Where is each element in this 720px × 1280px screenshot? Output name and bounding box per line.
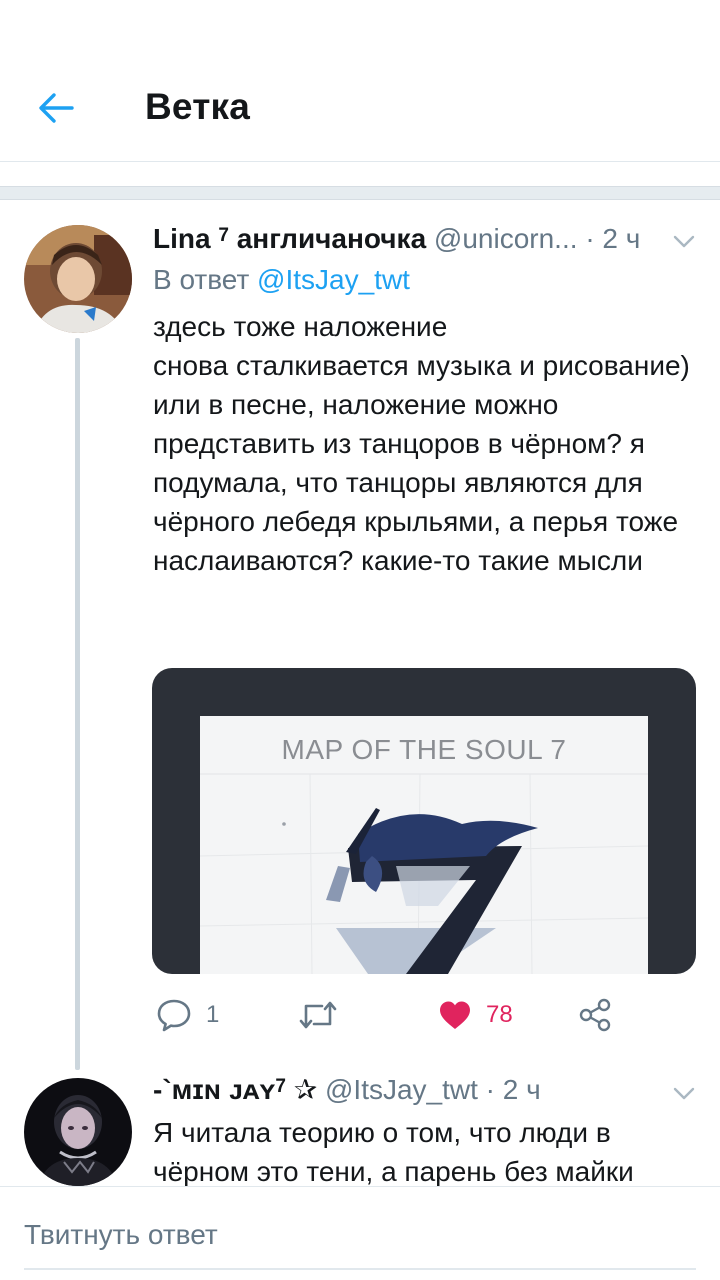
comment-icon: [157, 999, 191, 1032]
author-name[interactable]: -`ᴍɪɴ ᴊᴀʏ: [153, 1074, 275, 1105]
top-bar: Ветка: [0, 0, 720, 162]
author-name-superscript: 7: [275, 1076, 286, 1097]
reply-context: В ответ @ItsJay_twt: [153, 264, 410, 296]
retweet-button[interactable]: [298, 994, 352, 1036]
tweet-menu-button[interactable]: [666, 224, 702, 260]
author-name-suffix[interactable]: англичаночка: [237, 223, 426, 254]
reply-mention-link[interactable]: @ItsJay_twt: [257, 264, 410, 295]
reply-button[interactable]: 1: [156, 994, 219, 1036]
separator-band: [0, 186, 720, 200]
tweet-actions: 1 78: [152, 994, 712, 1036]
chevron-down-icon: [673, 235, 695, 248]
page-title: Ветка: [145, 86, 251, 127]
tweet-media-image[interactable]: MAP OF THE SOUL 7: [152, 668, 696, 974]
avatar-image: [24, 1078, 132, 1186]
author-name-superscript: 7: [218, 225, 229, 246]
avatar[interactable]: [24, 1078, 132, 1186]
arrow-left-icon: [39, 93, 74, 123]
thread-connector-line: [75, 338, 80, 1070]
avatar-image: [24, 225, 132, 333]
tweet-header: Lina 7 англичаночка @unicorn... · 2 ч: [153, 223, 640, 255]
chevron-down-icon: [673, 1087, 695, 1100]
share-icon: [579, 998, 611, 1032]
album-title: MAP OF THE SOUL 7: [281, 734, 567, 765]
input-underline: [24, 1268, 696, 1270]
timestamp[interactable]: 2 ч: [503, 1074, 541, 1105]
separator-dot: ·: [485, 1074, 495, 1105]
reply-prefix: В ответ: [153, 264, 250, 295]
album-cover: MAP OF THE SOUL 7: [200, 716, 648, 974]
reply-compose-bar[interactable]: Твитнуть ответ: [0, 1186, 720, 1280]
reply-input-placeholder[interactable]: Твитнуть ответ: [24, 1219, 218, 1251]
author-handle[interactable]: @unicorn...: [434, 223, 578, 254]
tweet-text: здесь тоже наложение снова сталкивается …: [153, 311, 690, 576]
tweet-text: Я читала теорию о том, что люди в чёрном…: [153, 1117, 634, 1187]
avatar[interactable]: [24, 225, 132, 333]
back-button[interactable]: [30, 82, 82, 134]
tweet-menu-button[interactable]: [666, 1076, 702, 1112]
like-count: 78: [486, 1001, 513, 1028]
share-button[interactable]: [578, 994, 612, 1036]
reply-count: 1: [206, 1001, 220, 1028]
separator-dot: ·: [585, 223, 595, 254]
author-name-suffix[interactable]: ✰: [294, 1074, 317, 1105]
like-button[interactable]: 78: [438, 994, 513, 1036]
heart-icon: [440, 1001, 470, 1029]
timestamp[interactable]: 2 ч: [602, 223, 640, 254]
author-name[interactable]: Lina: [153, 223, 211, 254]
tweet-header: -`ᴍɪɴ ᴊᴀʏ7 ✰ @ItsJay_twt · 2 ч: [153, 1074, 541, 1106]
author-handle[interactable]: @ItsJay_twt: [325, 1074, 478, 1105]
retweet-icon: [299, 1001, 337, 1029]
